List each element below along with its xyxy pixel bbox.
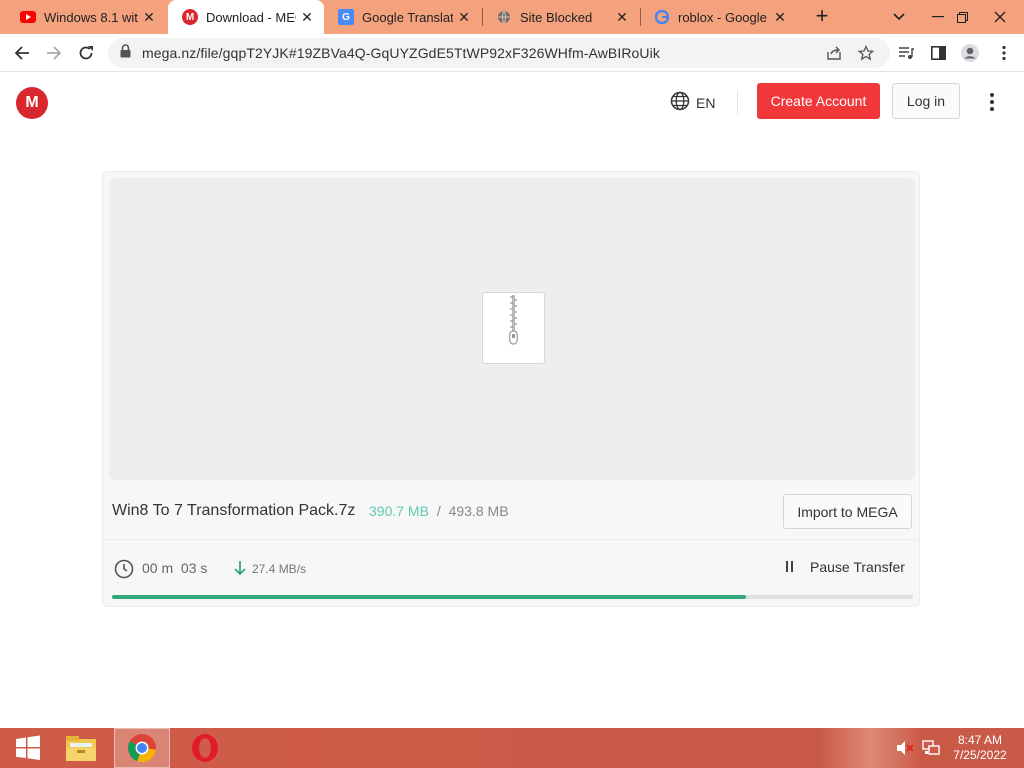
lock-icon — [120, 43, 134, 63]
pause-label: Pause Transfer — [810, 559, 905, 575]
tab-title: roblox - Google S — [678, 9, 769, 25]
close-icon[interactable]: ✕ — [611, 9, 633, 26]
pause-transfer-button[interactable]: Pause Transfer — [786, 559, 905, 575]
window-close-icon[interactable] — [978, 0, 1022, 34]
forward-arrow-icon[interactable] — [40, 39, 68, 67]
file-download-card: Win8 To 7 Transformation Pack.7z 390.7 M… — [102, 171, 920, 607]
start-icon[interactable] — [0, 728, 56, 768]
total-size: 493.8 MB — [448, 503, 509, 519]
url-text: mega.nz/file/gqpT2YJK#19ZBVa4Q-GqUYZGdE5… — [142, 45, 660, 61]
clock-icon — [114, 559, 134, 579]
size-separator: / — [436, 503, 441, 519]
download-progress-bar — [112, 595, 913, 599]
more-options-icon[interactable] — [980, 90, 1004, 114]
volume-muted-icon[interactable] — [896, 740, 914, 761]
globe-icon — [670, 91, 690, 114]
globe-icon — [496, 9, 512, 25]
tab-windows[interactable]: Windows 8.1 with ✕ — [6, 0, 166, 34]
file-size: 390.7 MB / 493.8 MB — [369, 503, 509, 519]
media-queue-icon[interactable] — [892, 39, 920, 67]
back-arrow-icon[interactable] — [8, 39, 36, 67]
mega-icon: M — [182, 9, 198, 25]
card-divider — [103, 539, 919, 540]
tab-title: Google Translate — [362, 9, 453, 25]
time-remaining: 00 m 03 s — [142, 560, 208, 576]
google-icon — [654, 9, 670, 25]
clock-date: 7/25/2022 — [953, 748, 1007, 762]
address-bar[interactable]: mega.nz/file/gqpT2YJK#19ZBVa4Q-GqUYZGdE5… — [108, 38, 890, 68]
downloaded-size: 390.7 MB — [369, 503, 429, 519]
download-arrow-icon — [233, 560, 247, 576]
opera-icon[interactable] — [177, 728, 233, 768]
side-panel-icon[interactable] — [924, 39, 952, 67]
reload-icon[interactable] — [72, 39, 100, 67]
tab-site-blocked[interactable]: Site Blocked ✕ — [482, 0, 639, 34]
close-icon[interactable]: ✕ — [296, 9, 318, 26]
new-tab-button[interactable]: + — [810, 5, 834, 29]
progress-fill — [112, 595, 746, 599]
windows-taskbar: 8:47 AM 7/25/2022 — [0, 728, 1024, 768]
file-explorer-icon[interactable] — [53, 728, 109, 768]
system-tray — [896, 740, 940, 761]
pause-icon — [786, 561, 798, 573]
tab-title: Site Blocked — [520, 9, 593, 25]
transfer-speed: 27.4 MB/s — [252, 562, 307, 576]
tab-google-translate[interactable]: G Google Translate ✕ — [324, 0, 481, 34]
header-divider — [737, 90, 738, 114]
language-label: EN — [696, 94, 716, 111]
chevron-down-icon[interactable] — [877, 0, 921, 34]
profile-avatar-icon[interactable] — [956, 39, 984, 67]
import-to-mega-button[interactable]: Import to MEGA — [783, 494, 912, 529]
close-icon[interactable]: ✕ — [769, 9, 791, 26]
browser-menu-icon[interactable] — [990, 39, 1018, 67]
network-icon[interactable] — [922, 740, 940, 761]
close-icon[interactable]: ✕ — [138, 9, 160, 26]
browser-toolbar: mega.nz/file/gqpT2YJK#19ZBVa4Q-GqUYZGdE5… — [0, 34, 1024, 72]
clock-time: 8:47 AM — [957, 733, 1003, 747]
tab-title: Download - MEGA — [206, 9, 296, 25]
create-account-button[interactable]: Create Account — [757, 83, 880, 119]
chrome-icon[interactable] — [114, 728, 170, 768]
login-button[interactable]: Log in — [892, 83, 960, 119]
share-icon[interactable] — [820, 39, 848, 67]
file-name: Win8 To 7 Transformation Pack.7z — [112, 502, 356, 519]
close-icon[interactable]: ✕ — [453, 9, 475, 26]
tab-title: Windows 8.1 with — [44, 9, 138, 25]
google-translate-icon: G — [338, 9, 354, 25]
file-preview — [109, 178, 915, 480]
tab-roblox[interactable]: roblox - Google S ✕ — [640, 0, 797, 34]
tab-mega[interactable]: M Download - MEGA ✕ — [168, 0, 324, 34]
mega-logo[interactable]: M — [16, 87, 48, 119]
language-selector[interactable]: EN — [670, 91, 715, 114]
system-clock[interactable]: 8:47 AM 7/25/2022 — [946, 733, 1014, 763]
star-icon[interactable] — [852, 39, 880, 67]
youtube-icon — [20, 9, 36, 25]
zip-archive-icon — [482, 292, 545, 364]
tab-strip: Windows 8.1 with ✕ M Download - MEGA ✕ G… — [0, 0, 1024, 34]
